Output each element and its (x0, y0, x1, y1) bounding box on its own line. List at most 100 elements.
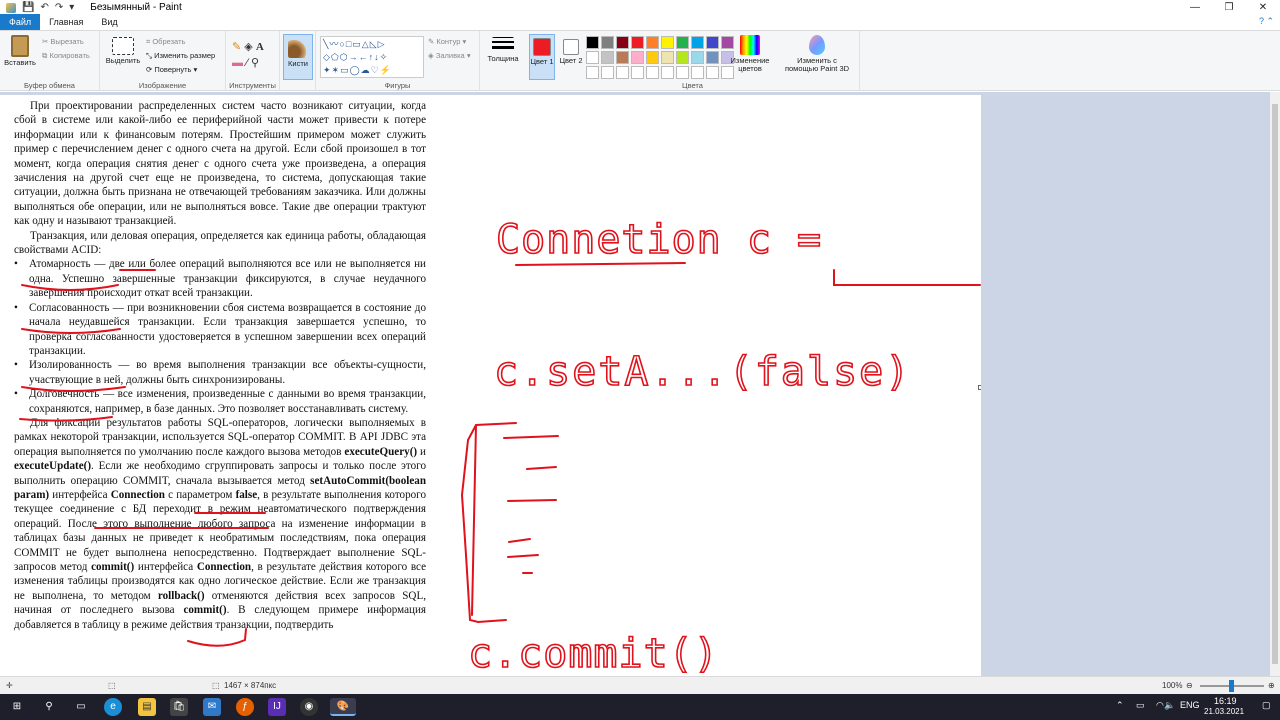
speaker-icon[interactable]: 🔈 (1164, 700, 1175, 711)
palette-swatch[interactable] (676, 66, 689, 79)
taskbar: ⊞ ⚲ ▭ e ▤ 🛍 ✉ ƒ IJ ◉ 🎨 ⌃ ▭ ◠ 🔈 ENG 16:19… (0, 694, 1280, 720)
eraser-icon[interactable]: ▬ (232, 57, 243, 69)
palette-swatch[interactable] (601, 66, 614, 79)
search-icon[interactable]: ⚲ (40, 698, 58, 716)
palette-swatch[interactable] (586, 66, 599, 79)
start-icon[interactable]: ⊞ (8, 698, 26, 716)
palette-swatch[interactable] (691, 51, 704, 64)
tray-chevron-icon[interactable]: ⌃ (1116, 700, 1124, 711)
obs-icon[interactable]: ◉ (300, 698, 318, 716)
explorer-icon[interactable]: ▤ (138, 698, 156, 716)
tab-home[interactable]: Главная (40, 14, 92, 30)
window-title: Безымянный - Paint (90, 2, 182, 13)
palette-swatch[interactable] (646, 66, 659, 79)
fill-icon[interactable]: ◈ (244, 41, 252, 53)
clock-time[interactable]: 16:19 (1214, 696, 1237, 706)
size-button[interactable]: Толщина (484, 37, 522, 63)
undo-icon[interactable]: ↶ (40, 2, 48, 13)
edit-colors-label: Изменение цветов (730, 56, 770, 73)
zoom-level: 100% (1162, 681, 1183, 690)
zoom-out-button[interactable]: ⊖ (1186, 681, 1193, 690)
crop-button[interactable]: ⌗ Обрезать (146, 37, 185, 47)
notifications-icon[interactable]: ▢ (1262, 700, 1271, 711)
task-view-icon[interactable]: ▭ (72, 698, 90, 716)
cut-button[interactable]: ✂ Вырезать (42, 37, 84, 46)
text-icon[interactable]: A (256, 41, 264, 53)
canvas-size-icon: ⬚ (212, 681, 220, 690)
rotate-button[interactable]: ⟳ Повернуть ▾ (146, 65, 197, 74)
palette-swatch[interactable] (616, 66, 629, 79)
palette-swatch[interactable] (586, 36, 599, 49)
paint3d-button[interactable]: Изменить с помощью Paint 3D (780, 35, 854, 73)
pencil-icon[interactable]: ✎ (232, 41, 241, 53)
outline-dropdown[interactable]: ✎ Контур ▾ (428, 37, 466, 46)
palette-swatch[interactable] (601, 51, 614, 64)
scrollbar-thumb[interactable] (1272, 104, 1278, 664)
edge-icon[interactable]: e (104, 698, 122, 716)
handwritten-commit: c.commit() (468, 631, 719, 676)
palette-swatch[interactable] (706, 66, 719, 79)
intellij-icon[interactable]: IJ (268, 698, 286, 716)
customize-qa-icon[interactable]: ▾ (69, 2, 74, 13)
palette-swatch[interactable] (661, 51, 674, 64)
paint-taskbar-icon[interactable]: 🎨 (330, 698, 356, 716)
palette-swatch[interactable] (601, 36, 614, 49)
palette-swatch[interactable] (676, 36, 689, 49)
network-icon[interactable]: ▭ (1136, 700, 1145, 711)
close-button[interactable]: ✕ (1246, 0, 1280, 15)
zoom-slider[interactable] (1200, 680, 1264, 692)
mail-icon[interactable]: ✉ (203, 698, 221, 716)
resize-label: Изменить размер (154, 51, 216, 60)
select-button[interactable]: Выделить (104, 37, 142, 65)
palette-swatch[interactable] (676, 51, 689, 64)
vertical-scrollbar[interactable] (1270, 92, 1280, 676)
palette-swatch[interactable] (706, 51, 719, 64)
palette-swatch[interactable] (661, 66, 674, 79)
quick-access-toolbar: 💾 ↶ ↷ ▾ (0, 2, 74, 13)
shapes-gallery[interactable]: ╲〰○□▭△◺▷ ◇⬠⬡→←↑↓✧ ✦✶▭◯☁♡⚡ (320, 36, 424, 78)
language-indicator[interactable]: ENG (1180, 700, 1200, 710)
canvas-resize-handle[interactable] (978, 385, 981, 390)
color-palette[interactable] (586, 36, 734, 79)
wifi-icon[interactable]: ◠ (1156, 700, 1164, 711)
magnifier-icon[interactable]: ⚲ (251, 57, 259, 69)
minimize-button[interactable]: — (1178, 0, 1212, 15)
palette-swatch[interactable] (661, 36, 674, 49)
maximize-button[interactable]: ❐ (1212, 0, 1246, 15)
brushes-button[interactable]: Кисти (283, 34, 313, 80)
tab-file[interactable]: Файл (0, 14, 41, 30)
palette-swatch[interactable] (631, 36, 644, 49)
clock-date[interactable]: 21.03.2021 (1204, 707, 1244, 716)
tab-view[interactable]: Вид (92, 14, 126, 30)
palette-swatch[interactable] (631, 51, 644, 64)
firefox-icon[interactable]: ƒ (236, 698, 254, 716)
zoom-in-button[interactable]: ⊕ (1268, 681, 1275, 690)
palette-swatch[interactable] (646, 51, 659, 64)
fill-dropdown[interactable]: ◈ Заливка ▾ (428, 51, 471, 60)
colors-group: Цвет 1 Цвет 2 Изменение цветов Изменить … (526, 31, 860, 91)
color2-button[interactable]: Цвет 2 (558, 34, 584, 80)
paste-button[interactable]: Вставить (4, 35, 36, 67)
palette-swatch[interactable] (646, 36, 659, 49)
drawing-canvas[interactable]: При проектировании распределенных систем… (0, 95, 981, 676)
color1-button[interactable]: Цвет 1 (529, 34, 555, 80)
color-picker-icon[interactable]: ⁄ (246, 57, 248, 69)
help-icon[interactable]: ? ⌃ (1259, 16, 1274, 27)
copy-button[interactable]: ⧉ Копировать (42, 51, 90, 61)
resize-button[interactable]: ⤡ Изменить размер (146, 51, 215, 61)
palette-swatch[interactable] (691, 66, 704, 79)
palette-swatch[interactable] (616, 51, 629, 64)
statement-line (507, 499, 557, 502)
store-icon[interactable]: 🛍 (170, 698, 188, 716)
palette-swatch[interactable] (706, 36, 719, 49)
palette-swatch[interactable] (586, 51, 599, 64)
brushes-group: Кисти (280, 31, 316, 91)
zoom-slider-thumb[interactable] (1229, 680, 1234, 692)
palette-swatch[interactable] (616, 36, 629, 49)
palette-swatch[interactable] (691, 36, 704, 49)
edit-colors-button[interactable]: Изменение цветов (728, 35, 772, 73)
palette-swatch[interactable] (631, 66, 644, 79)
status-bar: ✛ ⬚ ⬚ 1467 × 874пкс 100% ⊖ ⊕ (0, 676, 1280, 694)
redo-icon[interactable]: ↷ (55, 2, 63, 13)
save-icon[interactable]: 💾 (22, 2, 34, 13)
